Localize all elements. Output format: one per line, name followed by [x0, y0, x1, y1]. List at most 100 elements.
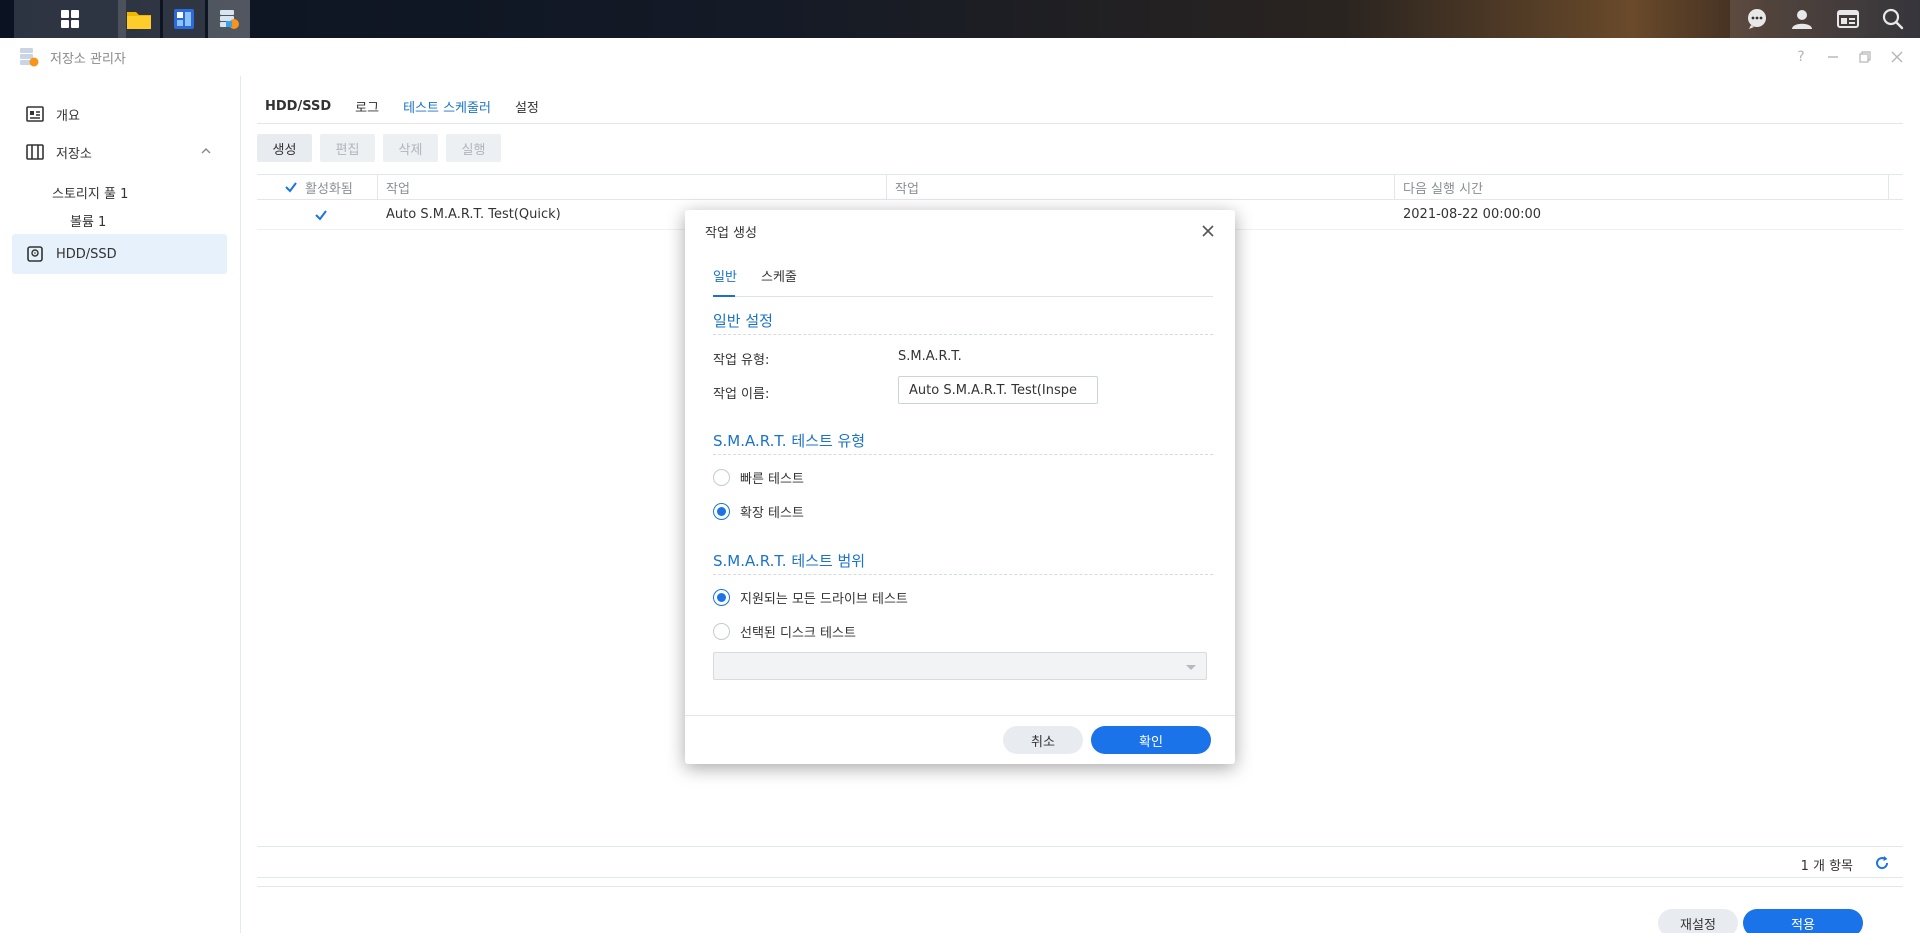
- help-icon: ?: [1797, 49, 1805, 65]
- tab-hdd-ssd[interactable]: HDD/SSD: [265, 88, 331, 124]
- widgets-button[interactable]: [1830, 0, 1866, 38]
- restore-button[interactable]: [1856, 48, 1874, 66]
- storage-manager-button[interactable]: [208, 0, 250, 38]
- search-button[interactable]: [1875, 0, 1911, 38]
- column-task[interactable]: 작업: [378, 174, 887, 200]
- row-enabled-cell: [257, 207, 378, 223]
- close-icon[interactable]: [1201, 224, 1215, 238]
- section-test-scope: S.M.A.R.T. 테스트 범위: [713, 552, 866, 570]
- apps-grid-icon: [61, 10, 79, 28]
- chat-button[interactable]: [1739, 0, 1775, 38]
- file-station-icon: [127, 12, 151, 29]
- window-titlebar: 저장소 관리자 ?: [0, 38, 1920, 76]
- tab-settings[interactable]: 설정: [515, 88, 539, 124]
- sidebar: 개요 저장소 스토리지 풀 1 볼륨 1 HDD/SSD: [0, 76, 241, 933]
- dialog-tabs: 일반 스케줄: [713, 266, 1213, 286]
- main-menu-button[interactable]: [14, 0, 126, 38]
- active-tab-indicator: [713, 295, 735, 297]
- radio-extended-test[interactable]: 확장 테스트: [713, 502, 804, 521]
- column-label: 작업: [386, 181, 410, 197]
- storage-manager-icon: [20, 48, 39, 67]
- edit-button[interactable]: 편집: [320, 134, 375, 162]
- sidebar-item-label: HDD/SSD: [56, 246, 117, 262]
- task-name-input[interactable]: Auto S.M.A.R.T. Test(Inspe: [898, 376, 1098, 404]
- widgets-icon: [1836, 10, 1859, 28]
- ok-button[interactable]: 확인: [1091, 726, 1211, 754]
- run-button[interactable]: 실행: [446, 134, 501, 162]
- column-next-run[interactable]: 다음 실행 시간: [1395, 174, 1889, 200]
- radio-all-drives[interactable]: 지원되는 모든 드라이브 테스트: [713, 588, 908, 607]
- column-enabled[interactable]: 활성화됨: [257, 174, 378, 200]
- section-general-settings: 일반 설정: [713, 312, 773, 330]
- radio-selected-disk[interactable]: 선택된 디스크 테스트: [713, 622, 856, 641]
- bottom-action-bar: 재설정 적용: [257, 886, 1903, 933]
- delete-button[interactable]: 삭제: [383, 134, 438, 162]
- package-center-button[interactable]: [163, 0, 205, 38]
- radio-button[interactable]: [713, 622, 730, 640]
- create-button[interactable]: 생성: [257, 134, 312, 162]
- minimize-icon: [1828, 56, 1838, 58]
- radio-label: 빠른 테스트: [740, 471, 804, 487]
- toolbar: 생성 편집 삭제 실행: [257, 134, 501, 164]
- taskbar-tray: [1730, 0, 1920, 38]
- minimize-button[interactable]: [1824, 48, 1842, 66]
- tab-log[interactable]: 로그: [355, 88, 379, 124]
- storage-manager-icon: [220, 10, 239, 29]
- select-all-checkbox[interactable]: [283, 179, 299, 195]
- section-test-type: S.M.A.R.T. 테스트 유형: [713, 432, 866, 450]
- sidebar-item-overview[interactable]: 개요: [12, 94, 227, 134]
- sidebar-item-storage-pool[interactable]: 스토리지 풀 1: [52, 183, 128, 202]
- overview-icon: [26, 105, 44, 123]
- cancel-button[interactable]: 취소: [1003, 726, 1083, 754]
- radio-button[interactable]: [713, 502, 730, 520]
- tab-general[interactable]: 일반: [713, 266, 737, 285]
- radio-button[interactable]: [713, 468, 730, 486]
- tab-test-scheduler[interactable]: 테스트 스케줄러: [403, 88, 491, 124]
- task-type-label: 작업 유형:: [713, 353, 770, 368]
- chat-icon: [1747, 9, 1766, 29]
- tab-schedule[interactable]: 스케줄: [761, 266, 797, 285]
- dialog-footer-divider: [685, 715, 1235, 716]
- apply-button[interactable]: 적용: [1743, 909, 1863, 933]
- refresh-icon[interactable]: [1873, 854, 1891, 872]
- task-type-value: S.M.A.R.T.: [898, 349, 962, 364]
- close-window-button[interactable]: [1888, 48, 1906, 66]
- main-tabs: HDD/SSD 로그 테스트 스케줄러 설정: [257, 88, 1903, 124]
- row-enabled-checkbox[interactable]: [313, 207, 329, 223]
- sidebar-item-label: 저장소: [56, 146, 92, 162]
- close-icon: [1891, 51, 1903, 63]
- sidebar-item-hdd-ssd[interactable]: HDD/SSD: [12, 234, 227, 274]
- sidebar-item-label: 개요: [56, 108, 80, 124]
- column-task-2[interactable]: 작업: [887, 174, 1395, 200]
- radio-label: 선택된 디스크 테스트: [740, 625, 856, 641]
- reset-button[interactable]: 재설정: [1658, 909, 1738, 933]
- file-station-button[interactable]: [118, 0, 160, 38]
- disk-select[interactable]: [713, 652, 1207, 680]
- section-divider: [713, 334, 1213, 335]
- chevron-up-icon[interactable]: [199, 144, 213, 158]
- sidebar-item-volume[interactable]: 볼륨 1: [70, 211, 106, 230]
- radio-button[interactable]: [713, 588, 730, 606]
- user-button[interactable]: [1784, 0, 1820, 38]
- dialog-title: 작업 생성: [705, 226, 757, 241]
- task-name-label: 작업 이름:: [713, 387, 770, 402]
- section-divider: [713, 454, 1213, 455]
- hdd-icon: [26, 245, 44, 263]
- section-divider: [713, 574, 1213, 575]
- grid-footer: 1 개 항목: [257, 846, 1903, 878]
- taskbar: [0, 0, 1920, 38]
- grid-header: 활성화됨 작업 작업 다음 실행 시간: [257, 174, 1903, 200]
- column-label: 다음 실행 시간: [1403, 181, 1484, 197]
- radio-label: 확장 테스트: [740, 505, 804, 521]
- help-button[interactable]: ?: [1792, 48, 1810, 66]
- user-icon: [1792, 10, 1813, 29]
- radio-label: 지원되는 모든 드라이브 테스트: [740, 591, 908, 607]
- column-label: 활성화됨: [305, 181, 353, 197]
- tab-divider: [713, 296, 1213, 297]
- row-next-run-cell: 2021-08-22 00:00:00: [1403, 207, 1542, 222]
- chevron-down-icon: [1186, 665, 1196, 670]
- window-controls: ?: [1792, 38, 1906, 76]
- check-icon: [285, 182, 297, 193]
- radio-quick-test[interactable]: 빠른 테스트: [713, 468, 804, 487]
- sidebar-item-storage[interactable]: 저장소: [12, 132, 227, 172]
